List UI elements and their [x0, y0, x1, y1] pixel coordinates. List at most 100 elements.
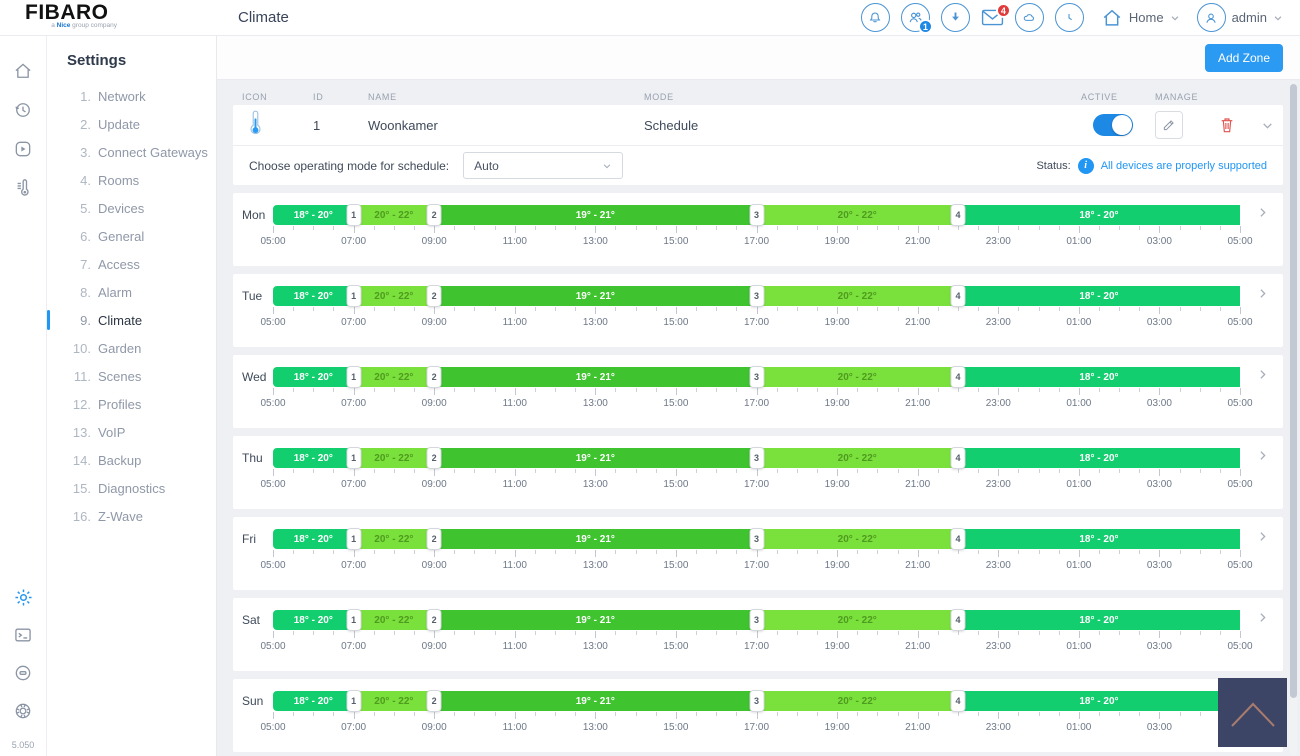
download-icon[interactable]: [941, 3, 970, 32]
sidebar-item-garden[interactable]: 10.Garden: [47, 334, 216, 362]
segment-marker-1[interactable]: 1: [346, 690, 361, 712]
temp-segment[interactable]: 19° - 21°: [434, 448, 756, 468]
segment-marker-4[interactable]: 4: [950, 609, 965, 631]
temp-segment[interactable]: 18° - 20°: [958, 691, 1240, 711]
segment-marker-3[interactable]: 3: [749, 204, 764, 226]
day-expand-chevron[interactable]: [1256, 287, 1269, 303]
sidebar-item-z-wave[interactable]: 16.Z-Wave: [47, 502, 216, 530]
edit-zone-button[interactable]: [1155, 111, 1183, 139]
alarm-bell-icon[interactable]: [861, 3, 890, 32]
home-selector[interactable]: Home: [1101, 7, 1180, 29]
segment-marker-1[interactable]: 1: [346, 204, 361, 226]
temp-segment[interactable]: 19° - 21°: [434, 205, 756, 225]
temp-segment[interactable]: 20° - 22°: [354, 205, 435, 225]
segment-marker-2[interactable]: 2: [427, 366, 442, 388]
temp-segment[interactable]: 19° - 21°: [434, 286, 756, 306]
segment-marker-2[interactable]: 2: [427, 609, 442, 631]
sidebar-item-connect-gateways[interactable]: 3.Connect Gateways: [47, 138, 216, 166]
terminal-icon[interactable]: [12, 624, 34, 646]
temp-segment[interactable]: 19° - 21°: [434, 610, 756, 630]
sidebar-item-scenes[interactable]: 11.Scenes: [47, 362, 216, 390]
segment-marker-2[interactable]: 2: [427, 528, 442, 550]
user-menu[interactable]: admin: [1197, 3, 1283, 32]
segment-marker-4[interactable]: 4: [950, 366, 965, 388]
sidebar-item-general[interactable]: 6.General: [47, 222, 216, 250]
temp-segment[interactable]: 20° - 22°: [756, 367, 957, 387]
temp-segment[interactable]: 18° - 20°: [273, 529, 354, 549]
sidebar-item-profiles[interactable]: 12.Profiles: [47, 390, 216, 418]
temp-segment[interactable]: 18° - 20°: [958, 286, 1240, 306]
segment-marker-4[interactable]: 4: [950, 528, 965, 550]
temp-segment[interactable]: 20° - 22°: [354, 448, 435, 468]
segment-marker-4[interactable]: 4: [950, 204, 965, 226]
temp-segment[interactable]: 18° - 20°: [273, 367, 354, 387]
temp-segment[interactable]: 18° - 20°: [958, 529, 1240, 549]
settings-gear-icon[interactable]: [12, 586, 34, 608]
temp-segment[interactable]: 18° - 20°: [958, 205, 1240, 225]
segment-marker-3[interactable]: 3: [749, 285, 764, 307]
temp-segment[interactable]: 20° - 22°: [756, 205, 957, 225]
sidebar-item-update[interactable]: 2.Update: [47, 110, 216, 138]
clock-icon[interactable]: [1055, 3, 1084, 32]
brand-logo[interactable]: FIBARO a Nice group company: [0, 0, 217, 36]
temp-segment[interactable]: 20° - 22°: [354, 367, 435, 387]
sidebar-item-rooms[interactable]: 4.Rooms: [47, 166, 216, 194]
temp-segment[interactable]: 20° - 22°: [756, 529, 957, 549]
cloud-icon[interactable]: [1015, 3, 1044, 32]
segment-marker-1[interactable]: 1: [346, 285, 361, 307]
scrollbar-thumb[interactable]: [1290, 84, 1297, 698]
segment-marker-1[interactable]: 1: [346, 366, 361, 388]
temp-segment[interactable]: 19° - 21°: [434, 367, 756, 387]
climate-thermometer-icon[interactable]: [12, 177, 34, 199]
temp-segment[interactable]: 19° - 21°: [434, 691, 756, 711]
day-expand-chevron[interactable]: [1256, 368, 1269, 384]
day-expand-chevron[interactable]: [1256, 449, 1269, 465]
segment-marker-1[interactable]: 1: [346, 447, 361, 469]
segment-marker-3[interactable]: 3: [749, 690, 764, 712]
temp-segment[interactable]: 20° - 22°: [756, 448, 957, 468]
temp-segment[interactable]: 20° - 22°: [354, 691, 435, 711]
segment-marker-4[interactable]: 4: [950, 447, 965, 469]
temp-segment[interactable]: 18° - 20°: [273, 205, 354, 225]
temp-segment[interactable]: 20° - 22°: [756, 286, 957, 306]
temp-segment[interactable]: 20° - 22°: [354, 529, 435, 549]
temp-segment[interactable]: 18° - 20°: [958, 610, 1240, 630]
add-zone-button[interactable]: Add Zone: [1205, 44, 1283, 72]
sidebar-item-devices[interactable]: 5.Devices: [47, 194, 216, 222]
segment-marker-3[interactable]: 3: [749, 609, 764, 631]
sidebar-item-access[interactable]: 7.Access: [47, 250, 216, 278]
segment-marker-3[interactable]: 3: [749, 447, 764, 469]
delete-zone-button[interactable]: [1219, 116, 1235, 134]
temp-segment[interactable]: 18° - 20°: [273, 691, 354, 711]
segment-marker-2[interactable]: 2: [427, 285, 442, 307]
service-icon[interactable]: [12, 700, 34, 722]
segment-marker-3[interactable]: 3: [749, 366, 764, 388]
temp-segment[interactable]: 18° - 20°: [273, 610, 354, 630]
temp-segment[interactable]: 18° - 20°: [958, 367, 1240, 387]
media-icon[interactable]: [12, 138, 34, 160]
segment-marker-2[interactable]: 2: [427, 204, 442, 226]
day-expand-chevron[interactable]: [1256, 611, 1269, 627]
temp-segment[interactable]: 18° - 20°: [273, 448, 354, 468]
day-expand-chevron[interactable]: [1256, 530, 1269, 546]
segment-marker-2[interactable]: 2: [427, 690, 442, 712]
temp-segment[interactable]: 20° - 22°: [756, 691, 957, 711]
zone-collapse-chevron[interactable]: [1243, 119, 1283, 132]
history-icon[interactable]: [12, 99, 34, 121]
segment-marker-4[interactable]: 4: [950, 690, 965, 712]
sidebar-item-backup[interactable]: 14.Backup: [47, 446, 216, 474]
home-nav-icon[interactable]: [12, 60, 34, 82]
sidebar-item-alarm[interactable]: 8.Alarm: [47, 278, 216, 306]
segment-marker-1[interactable]: 1: [346, 528, 361, 550]
temp-segment[interactable]: 20° - 22°: [354, 610, 435, 630]
sidebar-item-diagnostics[interactable]: 15.Diagnostics: [47, 474, 216, 502]
temp-segment[interactable]: 19° - 21°: [434, 529, 756, 549]
sidebar-item-network[interactable]: 1.Network: [47, 82, 216, 110]
temp-segment[interactable]: 18° - 20°: [273, 286, 354, 306]
hub-icon[interactable]: [12, 662, 34, 684]
segment-marker-4[interactable]: 4: [950, 285, 965, 307]
segment-marker-3[interactable]: 3: [749, 528, 764, 550]
zone-active-toggle[interactable]: [1093, 114, 1133, 136]
sidebar-item-voip[interactable]: 13.VoIP: [47, 418, 216, 446]
temp-segment[interactable]: 20° - 22°: [756, 610, 957, 630]
